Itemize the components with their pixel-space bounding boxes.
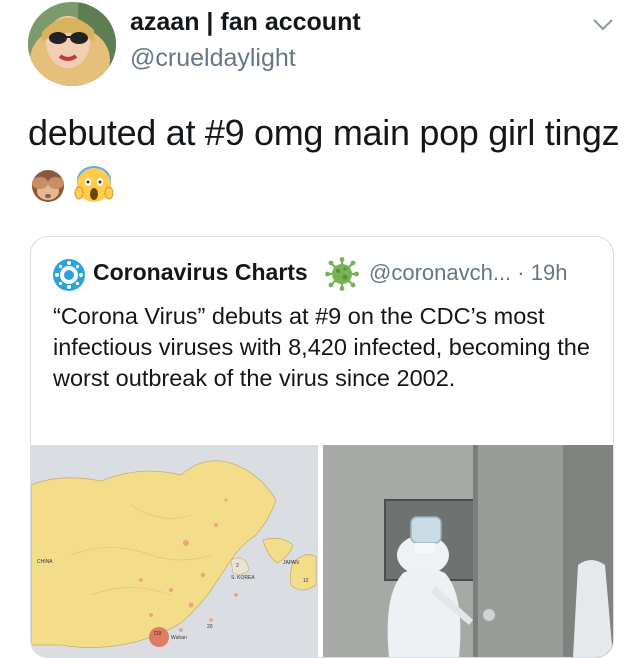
tweet-text: debuted at #9 omg main pop girl tingz (28, 112, 620, 153)
china-outbreak-map-image[interactable]: CHINA JAPAN S. KOREA Wuhan 729 20 12 2 (31, 445, 318, 657)
author-avatar-image (28, 2, 116, 86)
hazmat-workers-photo[interactable] (323, 445, 613, 657)
see-no-evil-monkey-icon (32, 170, 64, 202)
quoted-tweet-media[interactable]: CHINA JAPAN S. KOREA Wuhan 729 20 12 2 (31, 445, 613, 657)
author-handle[interactable]: @crueldaylight (130, 44, 296, 73)
quoted-author-avatar[interactable] (53, 259, 85, 291)
author-avatar[interactable] (28, 2, 116, 86)
quoted-tweet-text: “Corona Virus” debuts at #9 on the CDC’s… (53, 303, 590, 391)
quoted-tweet-card[interactable]: Coronavirus Charts @coronavch... · 19h “… (30, 236, 614, 658)
map-label-china: CHINA (37, 559, 53, 565)
quoted-author-display-name[interactable]: Coronavirus Charts (93, 259, 308, 286)
screaming-face-icon (74, 166, 114, 202)
quoted-author-handle-and-time[interactable]: @coronavch... · 19h (369, 260, 567, 286)
map-label-south-korea: S. KOREA (231, 575, 255, 581)
map-label-wuhan: Wuhan (171, 635, 187, 641)
map-label-japan: JAPAN (283, 560, 299, 566)
map-value-12: 12 (303, 578, 309, 584)
author-display-name[interactable]: azaan | fan account (130, 8, 361, 37)
map-value-729: 729 (153, 631, 162, 637)
chevron-down-icon[interactable] (590, 14, 616, 34)
map-value-2: 2 (236, 563, 239, 569)
virus-icon (325, 257, 359, 291)
map-value-20: 20 (207, 624, 213, 630)
